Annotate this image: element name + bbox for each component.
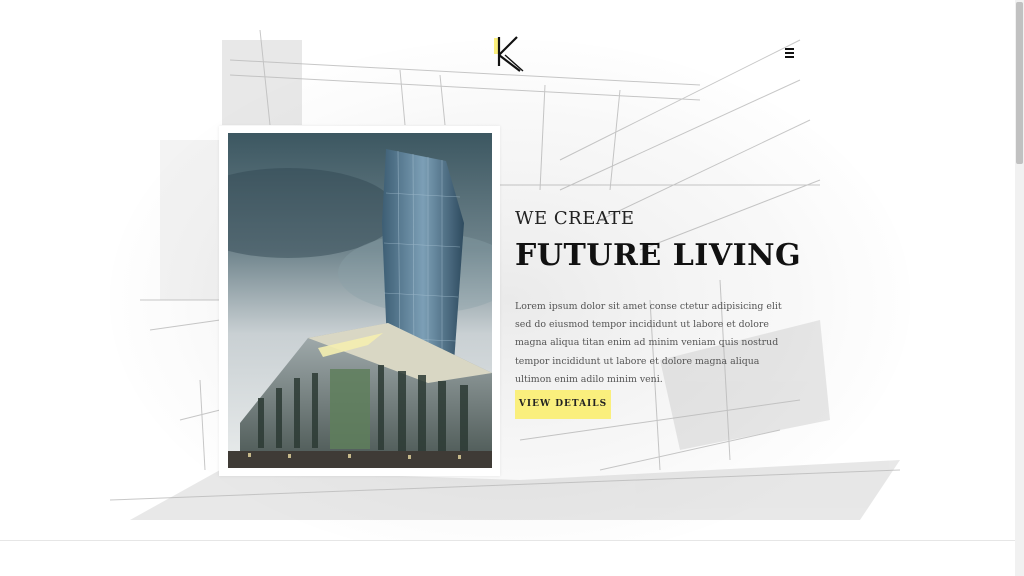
view-details-button[interactable]: VIEW DETAILS: [515, 390, 611, 419]
hamburger-menu-button[interactable]: [782, 45, 798, 61]
menu-bar: [785, 48, 794, 50]
menu-bar: [785, 52, 794, 54]
hero-title: FUTURE LIVING: [515, 238, 802, 273]
scrollbar-thumb[interactable]: [1016, 2, 1023, 164]
logo-icon[interactable]: [490, 34, 526, 74]
hero-eyebrow: WE CREATE: [515, 208, 635, 229]
landing-page: WE CREATE FUTURE LIVING Lorem ipsum dolo…: [0, 0, 1015, 576]
skyscraper-photo: [228, 133, 492, 468]
architecture-sketch-background: [109, 29, 910, 545]
menu-bar: [785, 56, 794, 58]
hero-description: Lorem ipsum dolor sit amet conse ctetur …: [515, 301, 782, 385]
next-section: [0, 541, 1015, 576]
